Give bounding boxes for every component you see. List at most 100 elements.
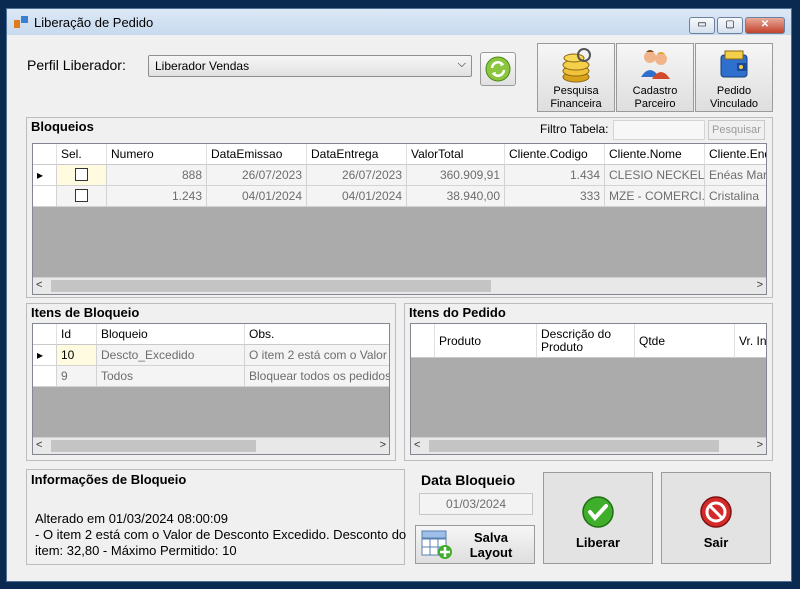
main-window: Liberação de Pedido ▭ ▢ ✕ Perfil Liberad… (6, 8, 792, 582)
current-row-indicator-icon: ▸ (33, 345, 57, 366)
cell-numero: 1.243 (107, 186, 207, 207)
col-produto[interactable]: Produto (435, 324, 537, 358)
cell-numero: 888 (107, 165, 207, 186)
col-qtde[interactable]: Qtde (635, 324, 735, 358)
row-header (33, 186, 57, 207)
scroll-right-icon[interactable]: > (380, 439, 386, 451)
wallet-icon (720, 50, 748, 78)
cadastro-parceiro-button[interactable]: Cadastro Parceiro (616, 43, 694, 112)
col-valor-total[interactable]: ValorTotal (407, 144, 505, 165)
col-cliente-nome[interactable]: Cliente.Nome (605, 144, 705, 165)
cell-data-emissao: 04/01/2024 (207, 186, 307, 207)
data-bloqueio-field[interactable]: 01/03/2024 (419, 493, 533, 515)
horizontal-scrollbar[interactable]: < > (411, 437, 766, 454)
salva-layout-button[interactable]: Salva Layout (415, 525, 535, 564)
cell-cliente-nome: MZE - COMERCI... (605, 186, 705, 207)
maximize-button[interactable]: ▢ (717, 17, 743, 34)
title-bar: Liberação de Pedido ▭ ▢ ✕ (7, 9, 791, 35)
row-header-corner (33, 324, 57, 345)
chevron-down-icon: ⌵ (457, 58, 466, 70)
col-vr-in[interactable]: Vr. In (735, 324, 766, 358)
itens-pedido-title: Itens do Pedido (409, 305, 506, 320)
informacoes-line-2: - O item 2 está com o Valor de Desconto … (35, 527, 407, 558)
cell-data-entrega: 04/01/2024 (307, 186, 407, 207)
liberar-button[interactable]: Liberar (543, 472, 653, 564)
scroll-left-icon[interactable]: < (414, 439, 420, 451)
perfil-select[interactable]: Liberador Vendas ⌵ (148, 55, 472, 77)
cadastro-parceiro-label: Cadastro Parceiro (632, 85, 678, 110)
itens-bloqueio-title: Itens de Bloqueio (31, 305, 140, 320)
grid-add-icon (421, 530, 452, 559)
scroll-left-icon[interactable]: < (36, 439, 42, 451)
sel-checkbox-cell[interactable] (57, 186, 107, 207)
row-header-corner (33, 144, 57, 165)
current-row-indicator-icon: ▸ (33, 165, 57, 186)
sair-button[interactable]: Sair (661, 472, 771, 564)
refresh-icon (485, 56, 511, 82)
col-data-entrega[interactable]: DataEntrega (307, 144, 407, 165)
cell-cliente-codigo: 333 (505, 186, 605, 207)
col-id[interactable]: Id (57, 324, 97, 345)
cell-bloqueio: Todos (97, 366, 245, 387)
cell-valor-total: 38.940,00 (407, 186, 505, 207)
row-header (33, 366, 57, 387)
scroll-right-icon[interactable]: > (757, 279, 763, 291)
scroll-thumb[interactable] (429, 440, 719, 452)
liberar-label: Liberar (575, 535, 621, 550)
pedido-vinculado-label: Pedido Vinculado (709, 85, 759, 110)
cell-data-emissao: 26/07/2023 (207, 165, 307, 186)
cell-id: 9 (57, 366, 97, 387)
pesquisa-financeira-button[interactable]: Pesquisa Financeira (537, 43, 615, 112)
cell-id: 10 (57, 345, 97, 366)
bloqueios-title: Bloqueios (31, 119, 94, 134)
informacoes-line-1: Alterado em 01/03/2024 08:00:09 (35, 511, 228, 526)
col-obs[interactable]: Obs. (245, 324, 389, 345)
data-bloqueio-label: Data Bloqueio (421, 472, 516, 488)
col-cliente-ende[interactable]: Cliente.Ende (705, 144, 766, 165)
cell-cliente-nome: CLESIO NECKEL (605, 165, 705, 186)
scroll-thumb[interactable] (51, 440, 256, 452)
horizontal-scrollbar[interactable]: < > (33, 277, 766, 294)
col-sel[interactable]: Sel. (57, 144, 107, 165)
itens-pedido-grid[interactable]: Produto Descrição do Produto Qtde Vr. In… (410, 323, 767, 455)
refresh-button[interactable] (480, 52, 516, 86)
col-data-emissao[interactable]: DataEmissao (207, 144, 307, 165)
pesquisar-button[interactable]: Pesquisar (708, 120, 765, 140)
sair-label: Sair (703, 535, 729, 550)
salva-layout-label: Salva Layout (469, 530, 513, 560)
informacoes-title: Informações de Bloqueio (31, 472, 187, 487)
perfil-select-value: Liberador Vendas (155, 59, 250, 73)
pesquisa-financeira-label: Pesquisa Financeira (550, 85, 602, 110)
filtro-tabela-label: Filtro Tabela: (540, 122, 609, 136)
col-numero[interactable]: Numero (107, 144, 207, 165)
window-title: Liberação de Pedido (34, 15, 154, 30)
col-descricao-produto[interactable]: Descrição do Produto (537, 324, 635, 358)
close-button[interactable]: ✕ (745, 17, 785, 34)
minimize-button[interactable]: ▭ (689, 17, 715, 34)
itens-bloqueio-grid[interactable]: Id Bloqueio Obs. ▸ 10 Descto_Excedido O … (32, 323, 390, 455)
scroll-left-icon[interactable]: < (36, 279, 42, 291)
bloqueios-grid[interactable]: Sel. Numero DataEmissao DataEntrega Valo… (32, 143, 767, 295)
col-cliente-codigo[interactable]: Cliente.Codigo (505, 144, 605, 165)
scroll-thumb[interactable] (51, 280, 491, 292)
col-bloqueio[interactable]: Bloqueio (97, 324, 245, 345)
row-header-corner (411, 324, 435, 358)
coins-icon (562, 48, 591, 83)
perfil-label: Perfil Liberador: (27, 57, 126, 73)
cell-valor-total: 360.909,91 (407, 165, 505, 186)
check-icon (582, 496, 614, 528)
checkbox[interactable] (75, 189, 88, 202)
horizontal-scrollbar[interactable]: < > (33, 437, 389, 454)
scroll-right-icon[interactable]: > (757, 439, 763, 451)
cell-cliente-ende: Enéas Marqu (705, 165, 766, 186)
pedido-vinculado-button[interactable]: Pedido Vinculado (695, 43, 773, 112)
cell-cliente-ende: Cristalina (705, 186, 766, 207)
cell-data-entrega: 26/07/2023 (307, 165, 407, 186)
no-entry-icon (700, 496, 732, 528)
sel-checkbox-cell[interactable] (57, 165, 107, 186)
filtro-tabela-input[interactable] (613, 120, 705, 140)
checkbox[interactable] (75, 168, 88, 181)
cell-cliente-codigo: 1.434 (505, 165, 605, 186)
informacoes-text: Alterado em 01/03/2024 08:00:09 - O item… (35, 511, 407, 559)
users-icon (641, 50, 670, 79)
